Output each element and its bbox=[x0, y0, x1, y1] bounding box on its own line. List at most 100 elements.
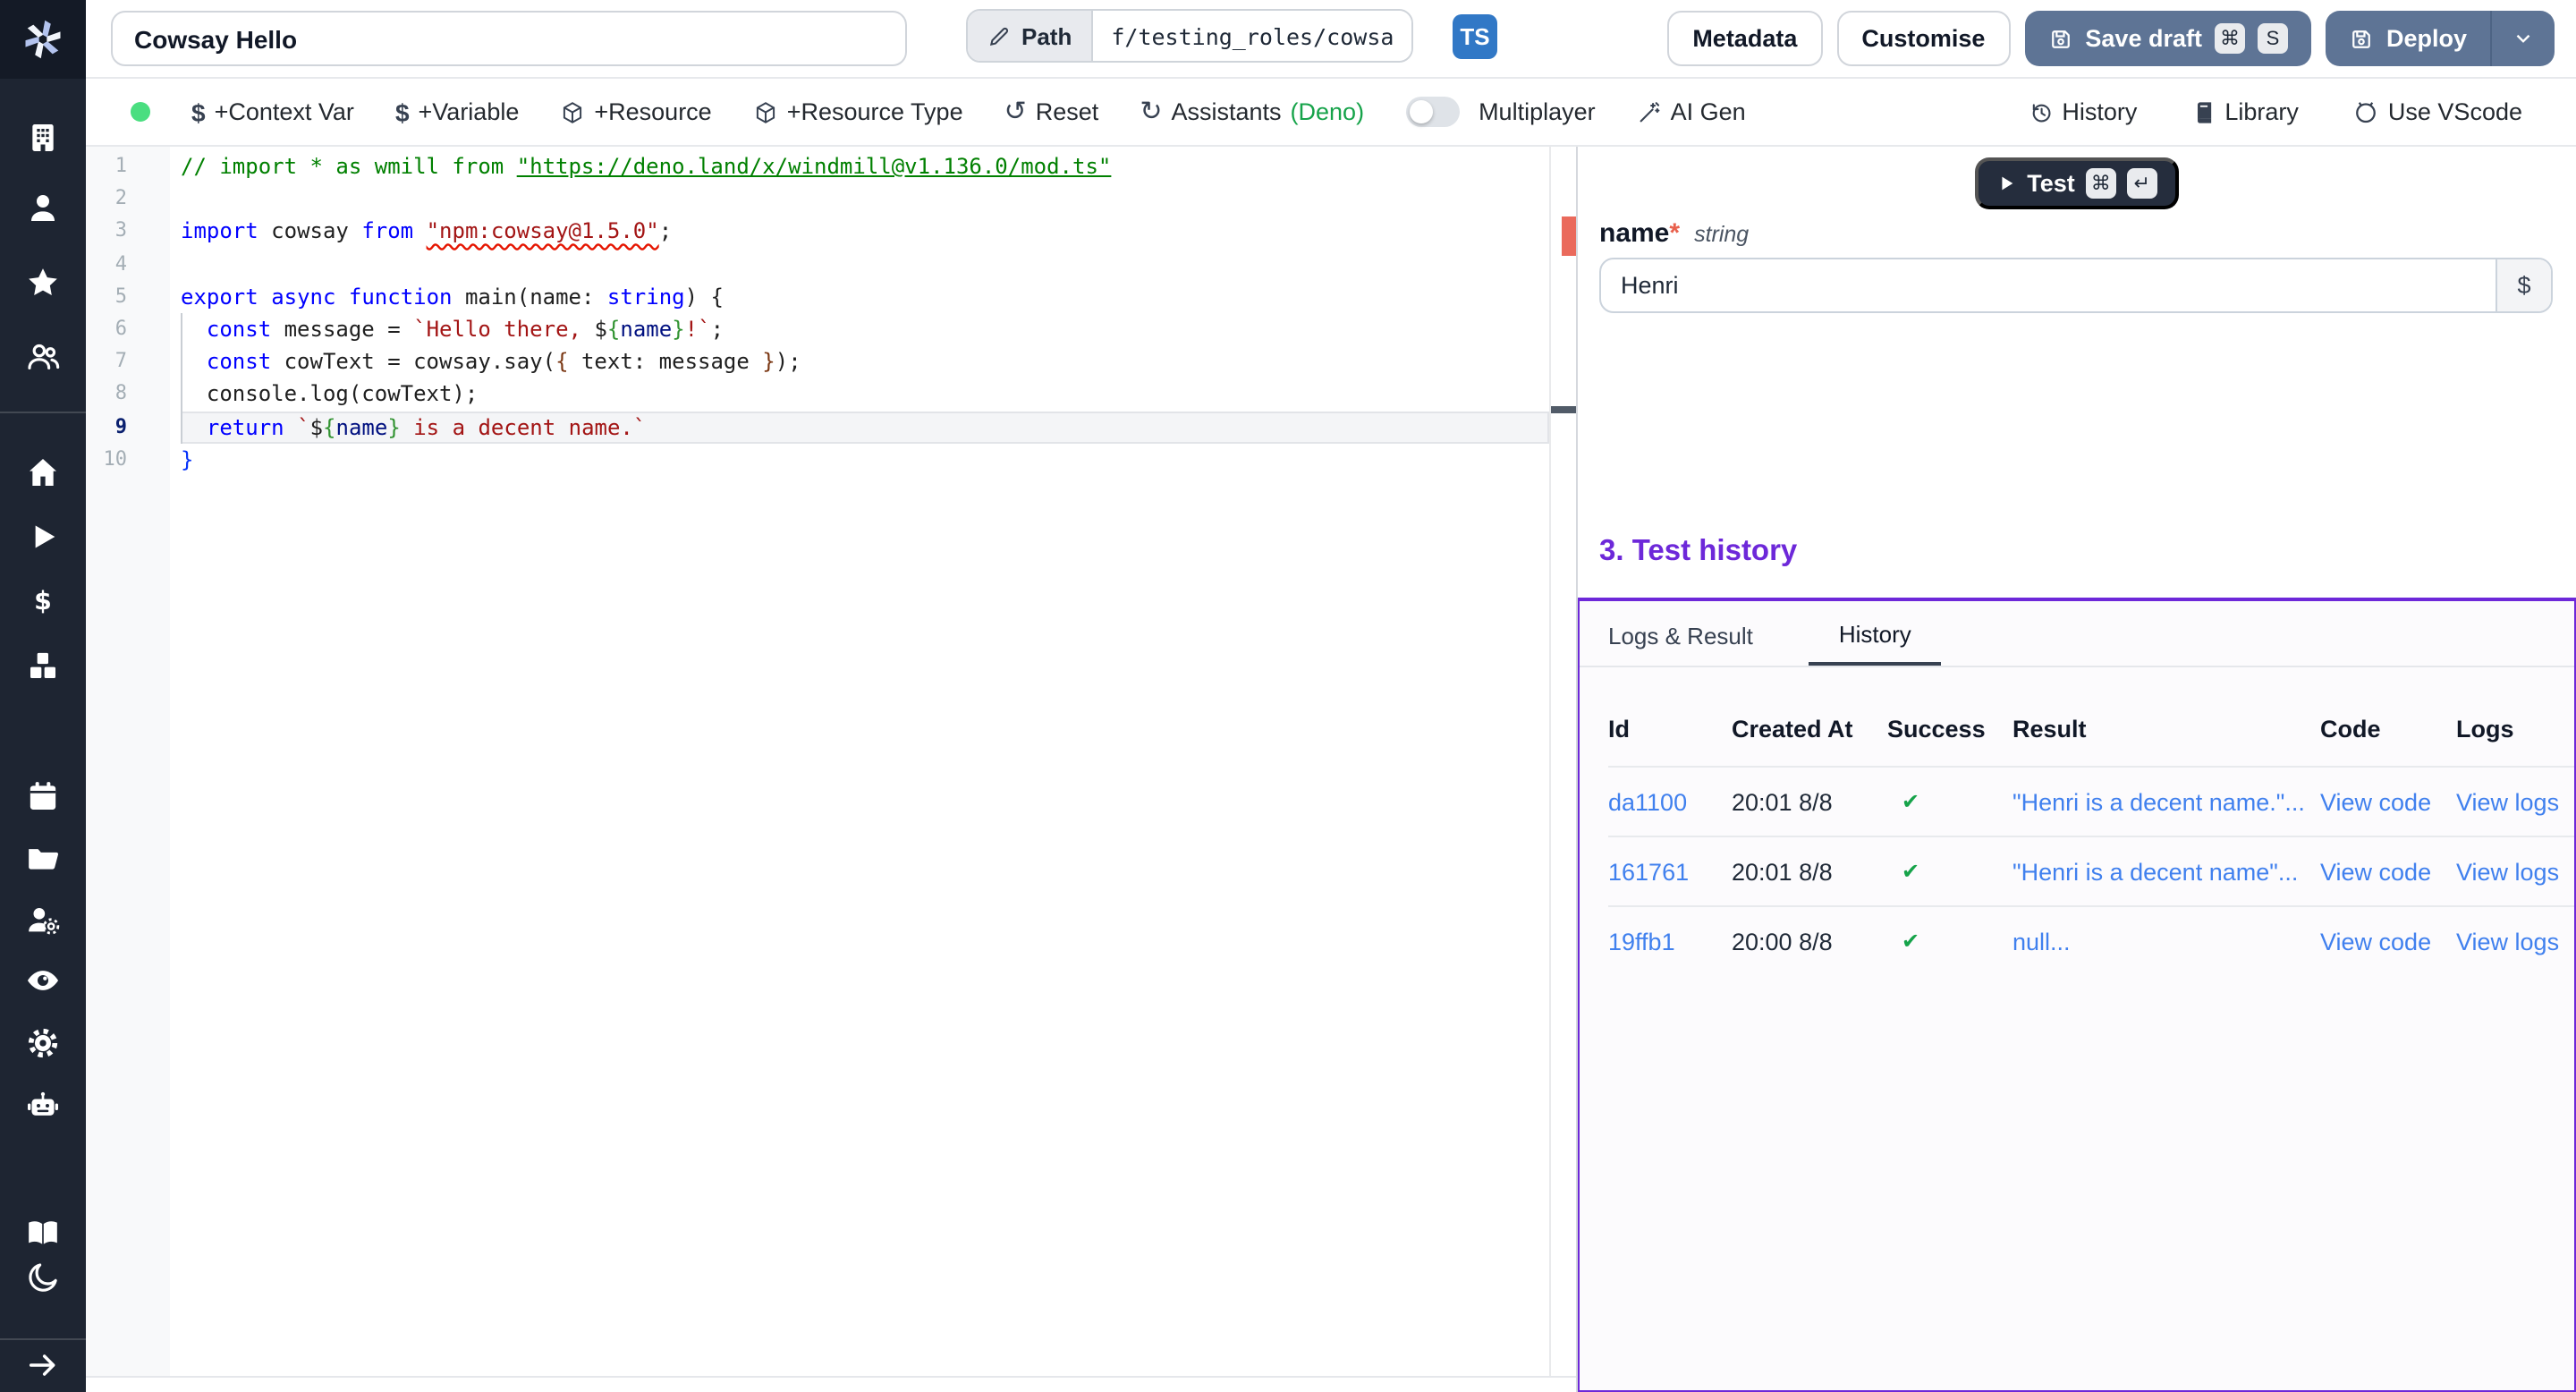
code-line[interactable]: 4 bbox=[86, 248, 1578, 280]
multiplayer-toggle[interactable] bbox=[1405, 97, 1459, 127]
run-id-link[interactable]: 161761 bbox=[1608, 858, 1732, 885]
reset-label: Reset bbox=[1036, 98, 1099, 125]
insert-variable-button[interactable]: $ bbox=[2496, 259, 2551, 311]
add-resource-label: +Resource bbox=[594, 98, 711, 125]
users-icon[interactable] bbox=[0, 338, 86, 374]
deploy-button[interactable]: Deploy bbox=[2326, 11, 2490, 66]
library-button[interactable]: Library bbox=[2190, 98, 2299, 125]
sidebar-divider bbox=[0, 1338, 86, 1340]
code-line[interactable]: 3import cowsay from "npm:cowsay@1.5.0"; bbox=[86, 216, 1578, 248]
folder-icon[interactable] bbox=[0, 841, 86, 877]
test-history-title: 3. Test history bbox=[1599, 535, 1797, 569]
view-logs-link[interactable]: View logs bbox=[2456, 788, 2574, 815]
add-resource-button[interactable]: +Resource bbox=[560, 98, 711, 125]
boxes-icon[interactable] bbox=[0, 648, 86, 683]
script-name-input[interactable] bbox=[111, 11, 907, 66]
history-label: History bbox=[2062, 98, 2137, 125]
bot-icon[interactable] bbox=[0, 1088, 86, 1124]
path-group: Path f/testing_roles/cowsa bbox=[966, 9, 1413, 63]
add-resource-type-button[interactable]: +Resource Type bbox=[753, 98, 963, 125]
view-logs-link[interactable]: View logs bbox=[2456, 858, 2574, 885]
column-header: Id bbox=[1608, 716, 1732, 743]
code-text: // import * as wmill from "https://deno.… bbox=[170, 150, 1111, 182]
windmill-script-editor: $ bbox=[0, 0, 2576, 1392]
ai-gen-button[interactable]: AI Gen bbox=[1637, 98, 1746, 125]
test-button[interactable]: Test ⌘↵ bbox=[1975, 157, 2179, 209]
success-check-icon: ✔ bbox=[1887, 789, 2012, 814]
vscode-icon bbox=[2352, 98, 2379, 125]
path-button[interactable]: Path bbox=[968, 11, 1093, 61]
add-variable-button[interactable]: $+Variable bbox=[395, 98, 519, 126]
use-vscode-button[interactable]: Use VScode bbox=[2352, 98, 2522, 125]
code-line[interactable]: 9 return `${name} is a decent name.` bbox=[86, 411, 1578, 443]
eye-icon[interactable] bbox=[0, 963, 86, 998]
result-link[interactable]: "Henri is a decent name"... bbox=[2012, 858, 2320, 885]
tab-history[interactable]: History bbox=[1809, 621, 1942, 666]
arrow-right-icon[interactable] bbox=[0, 1347, 86, 1383]
metadata-button[interactable]: Metadata bbox=[1667, 11, 1822, 66]
book-open-icon[interactable] bbox=[0, 1215, 86, 1251]
run-id-link[interactable]: da1100 bbox=[1608, 788, 1732, 815]
view-logs-link[interactable]: View logs bbox=[2456, 928, 2574, 955]
user-icon[interactable] bbox=[0, 190, 86, 225]
calendar-icon[interactable] bbox=[0, 778, 86, 814]
assistants-lang: (Deno) bbox=[1291, 98, 1365, 125]
test-button-label: Test bbox=[2027, 170, 2075, 197]
assistants-label: Assistants bbox=[1171, 98, 1281, 125]
code-line[interactable]: 6 const message = `Hello there, ${name}!… bbox=[86, 313, 1578, 345]
package-icon bbox=[753, 99, 778, 124]
dollar-icon: $ bbox=[395, 98, 410, 126]
line-number: 5 bbox=[86, 281, 170, 313]
view-code-link[interactable]: View code bbox=[2320, 858, 2456, 885]
package-icon bbox=[560, 99, 585, 124]
code-line[interactable]: 2 bbox=[86, 182, 1578, 215]
settings-gear-icon[interactable] bbox=[0, 1025, 86, 1061]
top-header: Path f/testing_roles/cowsa TS Metadata C… bbox=[86, 0, 2576, 79]
code-line[interactable]: 7 const cowText = cowsay.say({ text: mes… bbox=[86, 345, 1578, 378]
result-link[interactable]: null... bbox=[2012, 928, 2320, 955]
kbd-cmd: ⌘ bbox=[2086, 168, 2116, 199]
view-code-link[interactable]: View code bbox=[2320, 788, 2456, 815]
typescript-badge: TS bbox=[1453, 14, 1497, 59]
arg-value-input[interactable]: Henri bbox=[1601, 259, 2496, 311]
result-link[interactable]: "Henri is a decent name."... bbox=[2012, 788, 2320, 815]
user-cog-icon[interactable] bbox=[0, 902, 86, 938]
history-row: 19ffb120:00 8/8✔null...View codeView log… bbox=[1608, 905, 2574, 975]
add-context-var-button[interactable]: $+Context Var bbox=[191, 98, 354, 126]
home-icon[interactable] bbox=[0, 454, 86, 490]
code-line[interactable]: 10} bbox=[86, 443, 1578, 475]
code-editor[interactable]: 1// import * as wmill from "https://deno… bbox=[86, 147, 1578, 476]
save-draft-button[interactable]: Save draft ⌘S bbox=[2024, 11, 2311, 66]
building-icon[interactable] bbox=[0, 120, 86, 156]
line-number: 9 bbox=[86, 411, 170, 443]
path-value[interactable]: f/testing_roles/cowsa bbox=[1093, 11, 1411, 61]
history-row: 16176120:01 8/8✔"Henri is a decent name"… bbox=[1608, 836, 2574, 905]
assistants-button[interactable]: ↻Assistants(Deno) bbox=[1140, 98, 1364, 125]
chevron-down-icon bbox=[2512, 27, 2535, 50]
kbd-s: S bbox=[2258, 23, 2288, 54]
reset-button[interactable]: ↺Reset bbox=[1004, 98, 1099, 125]
code-line[interactable]: 1// import * as wmill from "https://deno… bbox=[86, 150, 1578, 182]
history-table-body: da110020:01 8/8✔"Henri is a decent name.… bbox=[1580, 766, 2574, 975]
tab-logs-result[interactable]: Logs & Result bbox=[1608, 623, 1753, 666]
run-id-link[interactable]: 19ffb1 bbox=[1608, 928, 1732, 955]
history-button[interactable]: History bbox=[2028, 98, 2137, 125]
line-number: 2 bbox=[86, 182, 170, 215]
created-at: 20:01 8/8 bbox=[1732, 788, 1887, 815]
moon-icon[interactable] bbox=[0, 1260, 86, 1295]
sidebar-divider bbox=[0, 412, 86, 413]
view-code-link[interactable]: View code bbox=[2320, 928, 2456, 955]
created-at: 20:01 8/8 bbox=[1732, 858, 1887, 885]
code-line[interactable]: 8 console.log(cowText); bbox=[86, 378, 1578, 411]
line-number: 10 bbox=[86, 443, 170, 475]
dollar-icon[interactable]: $ bbox=[0, 583, 86, 619]
star-icon[interactable] bbox=[0, 265, 86, 301]
arg-field-label: name* string bbox=[1599, 218, 1749, 250]
deploy-dropdown-button[interactable] bbox=[2490, 11, 2555, 66]
play-icon[interactable] bbox=[0, 519, 86, 555]
code-text: console.log(cowText); bbox=[170, 378, 478, 411]
windmill-logo[interactable] bbox=[0, 0, 86, 79]
customise-button[interactable]: Customise bbox=[1836, 11, 2010, 66]
code-line[interactable]: 5export async function main(name: string… bbox=[86, 281, 1578, 313]
code-text bbox=[170, 248, 181, 280]
